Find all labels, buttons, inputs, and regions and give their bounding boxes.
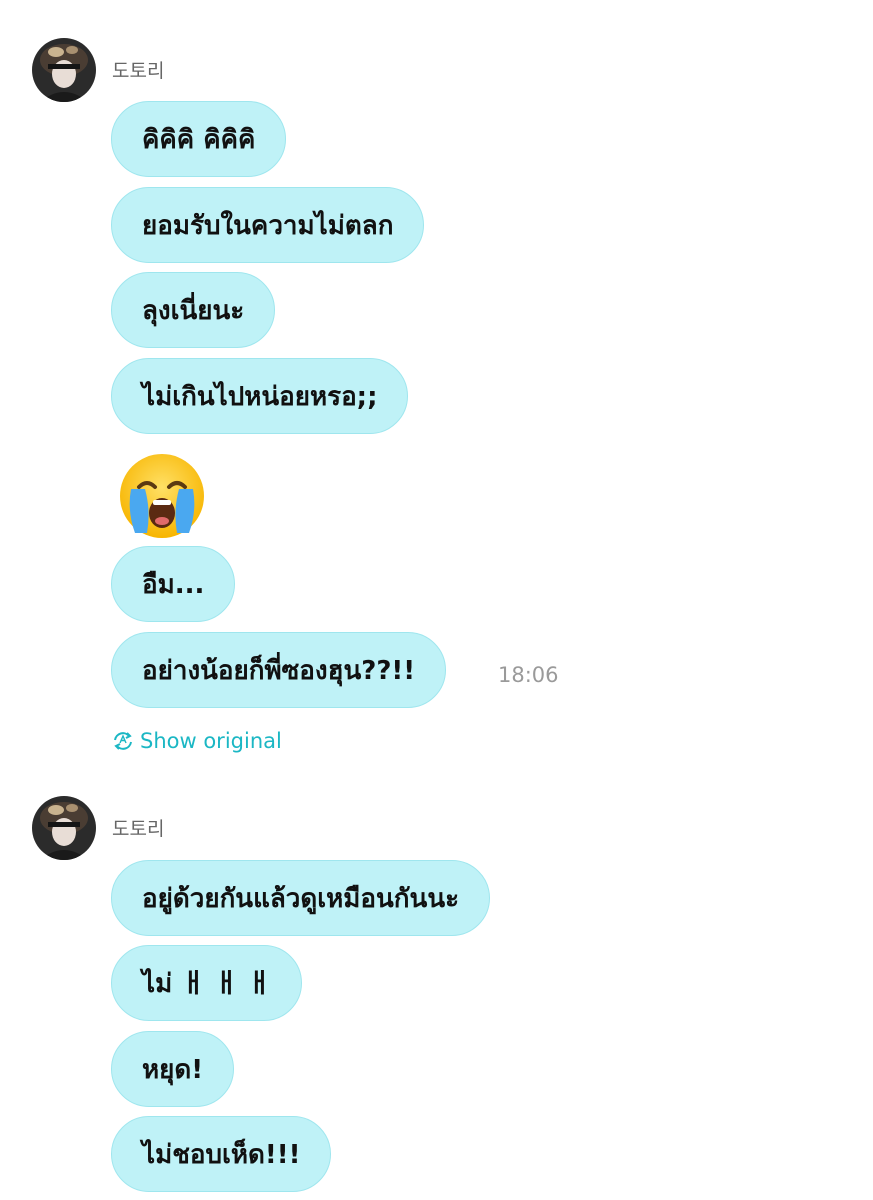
message-bubble[interactable]: ไม่เกินไปหน่อยหรอ;; [111,358,409,434]
message-bubble[interactable]: ไม่ ㅐ ㅐ ㅐ [111,945,303,1021]
message-bubble[interactable]: ยอมรับในความไม่ตลก [111,187,425,263]
translate-icon [112,731,134,751]
avatar[interactable] [32,38,96,102]
message-bubble[interactable]: ไม่ชอบเห็ด!!! [111,1116,332,1192]
crying-face-emoji[interactable] [117,451,207,541]
message-bubble[interactable]: อย่างน้อยก็พี่ซองฮุน??!! [111,632,447,708]
message-timestamp: 18:06 [498,663,559,687]
message-bubble[interactable]: ลุงเนี่ยนะ [111,272,276,348]
message-bubble[interactable]: หยุด! [111,1031,235,1107]
message-bubble[interactable]: อยู่ด้วยกันแล้วดูเหมือนกันนะ [111,860,491,936]
show-original-link[interactable]: Show original [112,728,282,754]
message-bubble[interactable]: คิคิคิ คิคิคิ [111,101,287,177]
sender-name: 도토리 [112,818,165,840]
message-bubble[interactable]: อืม... [111,546,236,622]
avatar[interactable] [32,796,96,860]
sender-name: 도토리 [112,60,165,82]
show-original-label: Show original [140,729,282,753]
